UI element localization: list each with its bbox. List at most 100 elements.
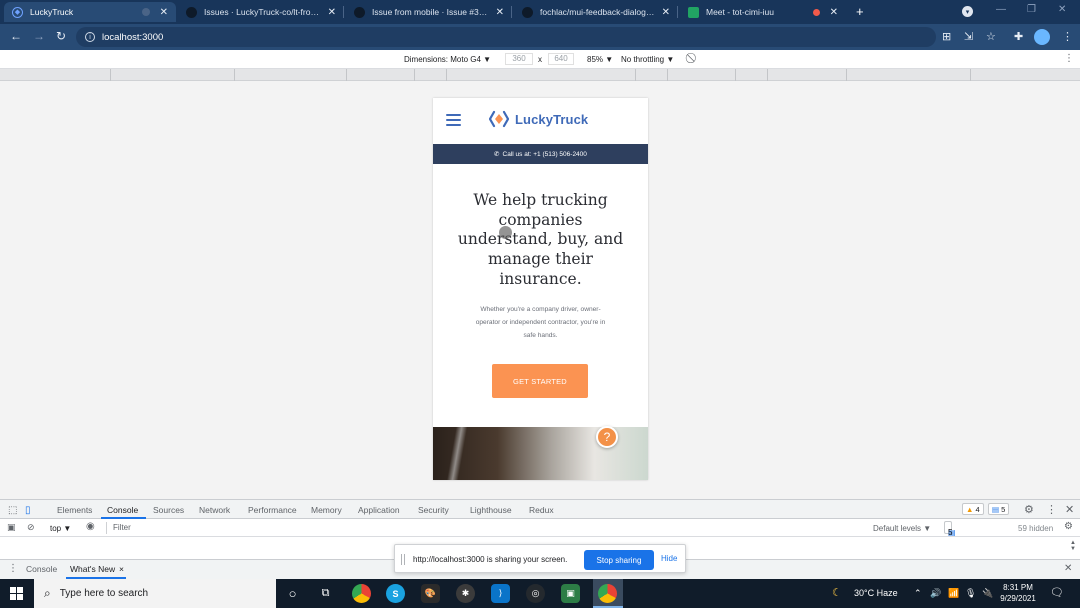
tab-sources[interactable]: Sources (153, 505, 184, 515)
forward-icon[interactable]: → (33, 29, 45, 43)
address-bar[interactable]: i localhost:3000 (76, 27, 936, 47)
help-button[interactable]: ? (596, 426, 618, 448)
new-tab-button[interactable]: + (856, 4, 864, 19)
issues-button[interactable]: 5 Issues: ▤ 5 (944, 521, 973, 548)
close-tab-icon[interactable]: ✕ (662, 7, 670, 18)
github-favicon-icon (522, 6, 533, 18)
eye-icon[interactable]: ◉ (86, 521, 95, 532)
get-started-button[interactable]: GET STARTED (492, 364, 588, 398)
slack-icon[interactable]: ✱ (456, 584, 475, 603)
media-query-ruler[interactable] (0, 69, 1080, 81)
device-width-input[interactable]: 360 (505, 53, 533, 65)
drawer-tab-whats-new[interactable]: What's New (70, 564, 115, 574)
tab-mui-feedback[interactable]: fochlac/mui-feedback-dialog: A React ✕ (514, 2, 678, 22)
chrome-icon[interactable] (352, 584, 371, 603)
browser-menu-icon[interactable]: ⋮ (1062, 30, 1073, 43)
site-info-icon[interactable]: i (85, 32, 95, 42)
translate-icon[interactable]: ⊞ (942, 30, 951, 43)
microphone-icon[interactable]: 🎙 (965, 588, 976, 599)
console-settings-icon[interactable]: ⚙ (1064, 521, 1073, 532)
close-tab-icon[interactable]: ✕ (830, 7, 838, 18)
network-icon[interactable]: 📶 (948, 588, 959, 599)
search-placeholder: Type here to search (59, 588, 149, 599)
taskbar-clock[interactable]: 8:31 PM 9/29/2021 (996, 582, 1040, 604)
hamburger-menu-icon[interactable] (446, 114, 461, 126)
scroll-arrows-icon[interactable]: ▲ ▼ (1070, 540, 1076, 552)
log-levels-select[interactable]: Default levels ▼ (873, 524, 931, 533)
sidebar-toggle-icon[interactable]: ▣ (7, 522, 16, 533)
tab-performance[interactable]: Performance (248, 505, 297, 515)
zoom-select[interactable]: 85% ▼ (587, 55, 613, 64)
site-header: LuckyTruck (433, 98, 648, 144)
site-logo[interactable]: LuckyTruck (489, 110, 588, 128)
close-tab-icon[interactable]: ✕ (160, 7, 168, 18)
call-us-bar[interactable]: ✆ Call us at: +1 (513) 506-2400 (433, 144, 648, 164)
github-desktop-icon[interactable]: ◎ (526, 584, 545, 603)
weather-text[interactable]: 30°C Haze (854, 588, 898, 598)
close-whats-new-icon[interactable]: × (119, 564, 124, 574)
tab-search-icon[interactable]: ▾ (962, 6, 973, 17)
screen-app-icon[interactable]: ▣ (561, 584, 580, 603)
tray-overflow-icon[interactable]: ⌃ (914, 588, 922, 599)
close-tab-icon[interactable]: ✕ (328, 7, 336, 18)
back-icon[interactable]: ← (10, 29, 22, 43)
tab-memory[interactable]: Memory (311, 505, 342, 515)
bookmark-star-icon[interactable]: ☆ (986, 30, 996, 43)
close-tab-icon[interactable]: ✕ (496, 7, 504, 18)
warnings-badge[interactable]: ▲ 4 (962, 503, 984, 515)
device-height-input[interactable]: 640 (548, 53, 574, 65)
close-drawer-icon[interactable]: ✕ (1064, 563, 1072, 574)
notifications-icon[interactable]: 🗨 (1050, 586, 1064, 599)
tab-redux[interactable]: Redux (529, 505, 554, 515)
settings-gear-icon[interactable]: ⚙ (1024, 503, 1034, 516)
extensions-icon[interactable]: ✚ (1014, 30, 1023, 43)
device-toggle-icon[interactable]: ▯ (25, 505, 31, 516)
clear-console-icon[interactable]: ⊘ (27, 522, 35, 533)
hide-sharing-button[interactable]: Hide (661, 554, 677, 563)
messages-badge[interactable]: ▤ 5 (988, 503, 1010, 515)
profile-avatar[interactable] (1034, 29, 1050, 45)
minimize-icon[interactable]: — (996, 4, 1006, 15)
tab-elements[interactable]: Elements (57, 505, 92, 515)
vscode-icon[interactable]: ⟩ (491, 584, 510, 603)
tab-issue-32[interactable]: Issue from mobile · Issue #32 · LuckyTru… (346, 2, 512, 22)
tab-network[interactable]: Network (199, 505, 230, 515)
close-devtools-icon[interactable]: ✕ (1065, 503, 1074, 516)
task-view-icon[interactable]: ⧉ (316, 584, 335, 603)
restore-icon[interactable]: ❐ (1027, 4, 1036, 15)
tab-console[interactable]: Console (107, 505, 138, 515)
inspect-element-icon[interactable]: ⬚ (8, 505, 17, 516)
skype-icon[interactable]: S (386, 584, 405, 603)
console-filter-input[interactable]: Filter (106, 522, 868, 534)
tab-luckytruck[interactable]: ◆ LuckyTruck ✕ (4, 2, 176, 22)
reload-icon[interactable]: ↻ (56, 29, 66, 43)
drag-handle-icon[interactable] (401, 554, 405, 565)
install-app-icon[interactable]: ⇲ (964, 30, 973, 43)
stop-sharing-button[interactable]: Stop sharing (584, 550, 654, 570)
tab-issues[interactable]: Issues · LuckyTruck-co/lt-frontend ✕ (178, 2, 344, 22)
power-icon[interactable]: 🔌 (982, 588, 993, 599)
hidden-count: 59 hidden (1018, 524, 1054, 533)
cortana-icon[interactable]: ○ (283, 584, 302, 603)
taskbar-search[interactable]: ⌕ Type here to search (34, 579, 276, 608)
paint-app-icon[interactable]: 🎨 (421, 584, 440, 603)
luckytruck-favicon-icon: ◆ (12, 6, 23, 18)
weather-icon[interactable]: ☾ (832, 586, 842, 599)
tab-security[interactable]: Security (418, 505, 449, 515)
messages-count: 5 (1001, 504, 1006, 514)
tab-application[interactable]: Application (358, 505, 400, 515)
tab-meet[interactable]: Meet - tot-cimi-iuu ✕ (680, 2, 846, 22)
windows-start-icon[interactable] (10, 587, 23, 600)
chrome-active-taskbar-item[interactable] (593, 579, 623, 608)
context-select[interactable]: top ▼ (50, 524, 71, 533)
device-options-icon[interactable]: ⋮ (1064, 53, 1074, 64)
mobile-device-page: LuckyTruck ✆ Call us at: +1 (513) 506-24… (433, 98, 648, 480)
drawer-menu-icon[interactable]: ⋮ (8, 563, 18, 574)
throttling-select[interactable]: No throttling ▼ (621, 55, 674, 64)
tab-lighthouse[interactable]: Lighthouse (470, 505, 512, 515)
window-close-icon[interactable]: ✕ (1058, 4, 1066, 15)
devtools-menu-icon[interactable]: ⋮ (1046, 503, 1057, 516)
device-dimensions-select[interactable]: Dimensions: Moto G4 ▼ (404, 55, 491, 64)
drawer-tab-console[interactable]: Console (26, 564, 57, 574)
volume-icon[interactable]: 🔊 (930, 588, 941, 599)
